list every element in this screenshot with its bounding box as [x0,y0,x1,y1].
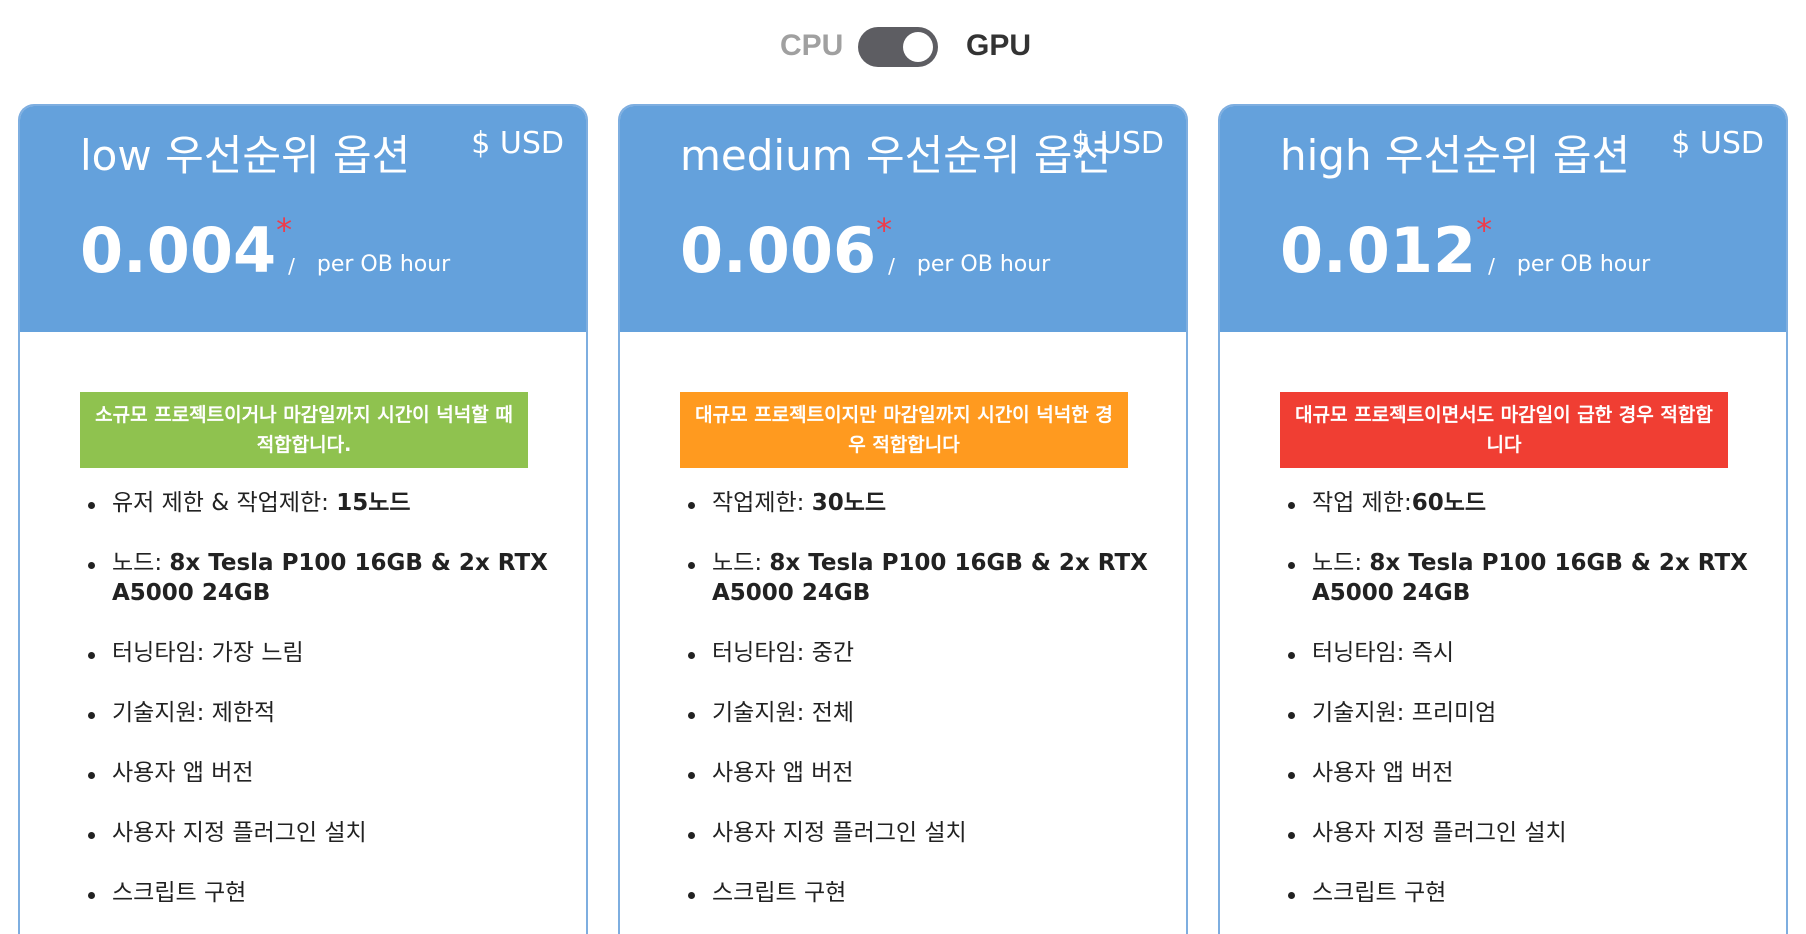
cpu-toggle-label[interactable]: CPU [780,26,843,66]
price-row: 0.012* / per OB hour [1280,206,1650,296]
currency-label: $ USD [471,126,564,161]
feature-item: 작업 제한:60노드 [1280,488,1750,518]
price-slash: / [288,254,295,278]
feature-label: 스크립트 구현 [712,880,847,906]
currency-label: $ USD [1671,126,1764,161]
price-value: 0.004 [80,214,277,287]
feature-label: 사용자 앱 버전 [112,760,254,786]
feature-list: 작업제한: 30노드 노드: 8x Tesla P100 16GB & 2x R… [680,488,1150,934]
feature-item: 사용자 앱 버전 [80,758,550,788]
plan-title: high 우선순위 옵션 [1280,131,1631,180]
feature-item: 노드: 8x Tesla P100 16GB & 2x RTX A5000 24… [680,548,1150,608]
feature-item: 터닝타임: 가장 느림 [80,638,550,668]
feature-item: 스크립트 구현 [1280,878,1750,908]
feature-item: 기술지원: 전체 [680,698,1150,728]
price-value: 0.006 [680,214,877,287]
feature-label: 사용자 앱 버전 [712,760,854,786]
feature-label: 유저 제한 & 작업제한: [112,490,337,516]
pricing-page: CPU GPU low 우선순위 옵션 $ USD 0.004*/per OB … [0,0,1806,934]
gpu-toggle-label[interactable]: GPU [966,26,1031,66]
feature-value: 8x Tesla P100 16GB & 2x RTX A5000 24GB [1312,550,1748,606]
feature-label: 사용자 지정 플러그인 설치 [112,820,367,846]
feature-item: 사용자 지정 플러그인 설치 [1280,818,1750,848]
feature-item: 노드: 8x Tesla P100 16GB & 2x RTX A5000 24… [1280,548,1750,608]
feature-list: 유저 제한 & 작업제한: 15노드 노드: 8x Tesla P100 16G… [80,488,550,934]
price-unit: per OB hour [316,252,451,277]
switch-knob [903,32,933,62]
feature-label: 사용자 지정 플러그인 설치 [712,820,967,846]
feature-label: 터닝타임: 중간 [712,640,855,666]
feature-label: 기술지원: 제한적 [112,700,276,726]
price-row: 0.006* / per OB hour [680,206,1050,296]
feature-value: 8x Tesla P100 16GB & 2x RTX A5000 24GB [112,550,548,606]
plan-recommendation-badge: 대규모 프로젝트이지만 마감일까지 시간이 넉넉한 경우 적합합니다 [680,392,1128,468]
plan-recommendation-badge: 대규모 프로젝트이면서도 마감일이 급한 경우 적합합니다 [1280,392,1728,468]
feature-label: 사용자 앱 버전 [1312,760,1454,786]
plan-title: low 우선순위 옵션 [80,131,411,180]
feature-item: 터닝타임: 즉시 [1280,638,1750,668]
feature-item: 사용자 지정 플러그인 설치 [680,818,1150,848]
feature-label: 사용자 지정 플러그인 설치 [1312,820,1567,846]
price-unit: per OB hour [1516,252,1651,277]
plan-title: medium 우선순위 옵션 [680,131,1112,180]
price-unit: per OB hour [916,252,1051,277]
card-header: medium 우선순위 옵션 $ USD 0.006* / per OB hour [620,106,1186,332]
feature-label: 기술지원: 프리미엄 [1312,700,1497,726]
feature-label: 노드: [112,550,170,576]
feature-item: 유저 제한 & 작업제한: 15노드 [80,488,550,518]
currency-label: $ USD [1071,126,1164,161]
card-header: high 우선순위 옵션 $ USD 0.012* / per OB hour [1220,106,1786,332]
feature-item: 기술지원: 프리미엄 [1280,698,1750,728]
pricing-cards: low 우선순위 옵션 $ USD 0.004*/per OB hour 소규모… [0,104,1806,934]
feature-value: 15노드 [336,490,411,516]
price-asterisk: * [276,211,293,249]
cpu-gpu-switch[interactable] [858,27,938,67]
price-asterisk: * [1476,211,1493,249]
pricing-card-low: low 우선순위 옵션 $ USD 0.004* / per OB hour 소규모… [18,104,588,934]
feature-item: 사용자 앱 버전 [1280,758,1750,788]
price-slash: / [888,254,895,278]
feature-list: 작업 제한:60노드 노드: 8x Tesla P100 16GB & 2x R… [1280,488,1750,934]
price-row: 0.004* / per OB hour [80,206,450,296]
pricing-card-high: high 우선순위 옵션 $ USD 0.012* / per OB hour 대규… [1218,104,1788,934]
feature-item: 스크립트 구현 [680,878,1150,908]
feature-item: 스크립트 구현 [80,878,550,908]
feature-value: 30노드 [811,490,887,516]
card-header: low 우선순위 옵션 $ USD 0.004* / per OB hour [20,106,586,332]
feature-item: 터닝타임: 중간 [680,638,1150,668]
feature-label: 터닝타임: 즉시 [1312,640,1455,666]
feature-item: 작업제한: 30노드 [680,488,1150,518]
feature-label: 스크립트 구현 [1312,880,1447,906]
price-value: 0.012 [1280,214,1477,287]
feature-item: 사용자 앱 버전 [680,758,1150,788]
feature-label: 작업제한: [712,490,812,516]
feature-label: 작업 제한: [1312,490,1412,516]
feature-value: 8x Tesla P100 16GB & 2x RTX A5000 24GB [712,550,1148,606]
feature-label: 스크립트 구현 [112,880,247,906]
compute-type-toggle-row: CPU GPU [0,24,1806,68]
pricing-card-medium: medium 우선순위 옵션 $ USD 0.006*/per OB hour … [618,104,1188,934]
feature-value: 60노드 [1411,490,1487,516]
price-asterisk: * [876,211,893,249]
feature-label: 터닝타임: 가장 느림 [112,640,304,666]
feature-label: 노드: [1312,550,1370,576]
feature-item: 노드: 8x Tesla P100 16GB & 2x RTX A5000 24… [80,548,550,608]
plan-recommendation-badge: 소규모 프로젝트이거나 마감일까지 시간이 넉넉할 때 적합합니다. [80,392,528,468]
feature-label: 기술지원: 전체 [712,700,855,726]
price-slash: / [1488,254,1495,278]
feature-label: 노드: [712,550,770,576]
feature-item: 사용자 지정 플러그인 설치 [80,818,550,848]
feature-item: 기술지원: 제한적 [80,698,550,728]
